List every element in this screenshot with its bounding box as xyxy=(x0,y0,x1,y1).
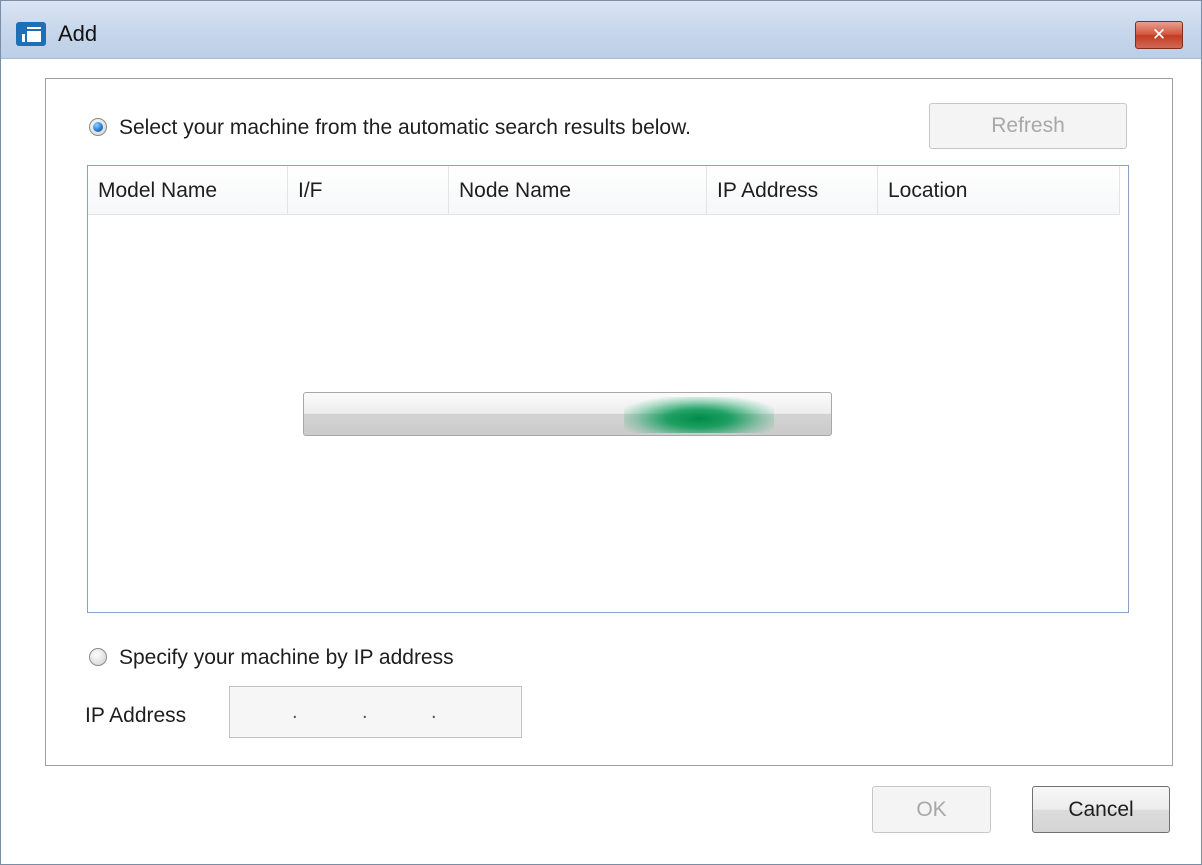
search-progress-bar xyxy=(303,392,832,436)
column-header-ip-address[interactable]: IP Address xyxy=(707,166,878,214)
auto-search-radio[interactable] xyxy=(89,118,107,136)
close-icon: ✕ xyxy=(1151,25,1167,44)
cancel-button-label: Cancel xyxy=(1068,798,1134,821)
manual-ip-label[interactable]: Specify your machine by IP address xyxy=(119,646,454,670)
list-header: Model Name I/F Node Name IP Address Loca… xyxy=(88,166,1120,215)
manual-ip-radio[interactable] xyxy=(89,648,107,666)
progress-indicator xyxy=(624,397,774,433)
ok-button[interactable]: OK xyxy=(872,786,991,833)
column-header-location[interactable]: Location xyxy=(878,166,1120,214)
title-bar[interactable]: Add ✕ xyxy=(1,1,1201,59)
ip-separator: . xyxy=(362,701,368,723)
ip-separator: . xyxy=(431,701,437,723)
ip-address-label: IP Address xyxy=(85,704,187,727)
column-header-node-name[interactable]: Node Name xyxy=(449,166,707,214)
add-dialog: Add ✕ Select your machine from the autom… xyxy=(0,0,1202,865)
close-button[interactable]: ✕ xyxy=(1135,21,1183,49)
cancel-button[interactable]: Cancel xyxy=(1032,786,1170,833)
search-results-list[interactable]: Model Name I/F Node Name IP Address Loca… xyxy=(87,165,1129,613)
ip-address-field[interactable]: . . . xyxy=(229,686,522,738)
column-header-model-name[interactable]: Model Name xyxy=(88,166,288,214)
column-header-interface[interactable]: I/F xyxy=(288,166,449,214)
ip-separator: . xyxy=(292,701,298,723)
refresh-button[interactable]: Refresh xyxy=(929,103,1127,149)
auto-search-label[interactable]: Select your machine from the automatic s… xyxy=(119,116,691,140)
refresh-button-label: Refresh xyxy=(991,114,1065,137)
printer-window-icon xyxy=(16,22,46,46)
ok-button-label: OK xyxy=(916,798,947,821)
window-title: Add xyxy=(58,21,98,46)
